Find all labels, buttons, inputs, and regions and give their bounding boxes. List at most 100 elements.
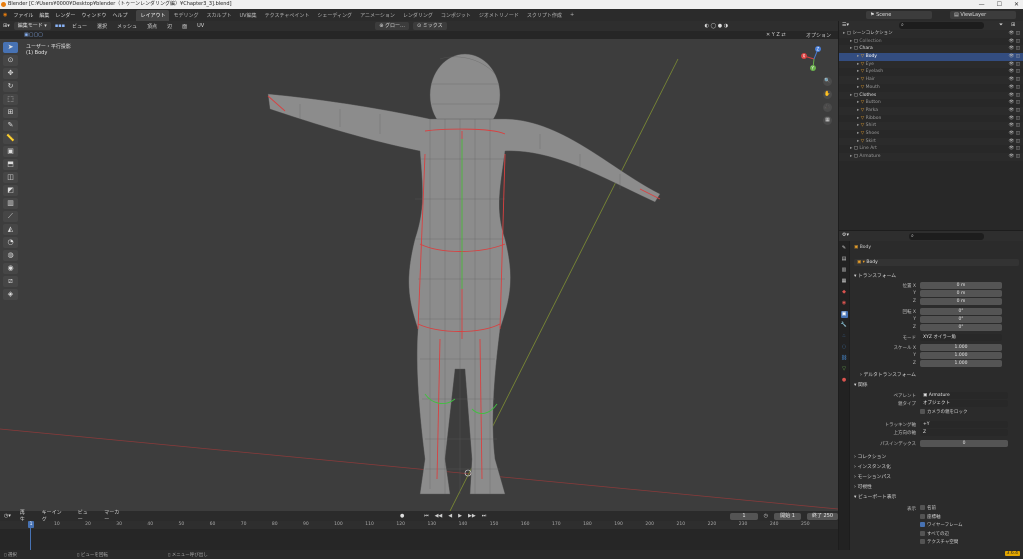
- scene-selector[interactable]: ⚑ Scene: [866, 11, 932, 19]
- options-dropdown[interactable]: オプション: [806, 32, 831, 39]
- menu-help[interactable]: ヘルプ: [109, 12, 130, 19]
- scale-y-field[interactable]: 1.000: [920, 352, 1002, 359]
- viewport-display-option-checkbox[interactable]: すべての辺: [920, 530, 949, 537]
- menu-window[interactable]: ウィンドウ: [78, 12, 109, 19]
- frame-end-field[interactable]: 終了 250: [807, 512, 838, 520]
- location-x-field[interactable]: 0 m: [920, 282, 1002, 289]
- tracking-axis-dropdown[interactable]: +Y: [920, 421, 1008, 428]
- vp-menu-vertex[interactable]: 頂点: [144, 23, 160, 30]
- outliner-row[interactable]: ▸ ▽ Eyelash 👁 ◫: [839, 68, 1023, 76]
- section-relations[interactable]: ▾ 関係: [854, 381, 868, 388]
- vp-menu-edge[interactable]: 辺: [164, 23, 175, 30]
- rotation-z-field[interactable]: 0°: [920, 324, 1002, 331]
- modifier-tab-icon[interactable]: 🔧: [841, 322, 848, 329]
- parent-type-dropdown[interactable]: オブジェクト: [920, 400, 1008, 407]
- outliner-row[interactable]: ▸ ▽ Eye 👁 ◫: [839, 60, 1023, 69]
- spin-tool-icon[interactable]: ◔: [3, 237, 18, 248]
- knife-tool-icon[interactable]: ⟋: [3, 211, 18, 222]
- playhead[interactable]: 1: [28, 521, 34, 528]
- workspace-tab-scripting[interactable]: スクリプト作成: [523, 10, 566, 21]
- outliner-editor-icon[interactable]: ☰▾: [842, 22, 849, 28]
- workspace-tab-modeling[interactable]: モデリング: [169, 10, 202, 21]
- rotation-mode-dropdown[interactable]: XYZ オイラー角: [920, 334, 1002, 341]
- vp-menu-select[interactable]: 選択: [94, 23, 110, 30]
- current-frame-field[interactable]: 1: [730, 512, 758, 520]
- viewport-display-option-checkbox[interactable]: 名前: [920, 505, 936, 511]
- outliner-row[interactable]: ▸ ▢ Line Art 👁 ◫: [839, 145, 1023, 153]
- minimize-button[interactable]: —: [979, 0, 985, 9]
- mesh-data-tab-icon[interactable]: ▽: [841, 366, 848, 373]
- viewport-display-option-checkbox[interactable]: ワイヤーフレーム: [920, 522, 962, 528]
- zoom-icon[interactable]: 🔍: [823, 77, 832, 86]
- extrude-tool-icon[interactable]: ⬒: [3, 159, 18, 170]
- rotate-tool-icon[interactable]: ↻: [3, 81, 18, 92]
- add-workspace-button[interactable]: +: [566, 10, 578, 20]
- rip-tool-icon[interactable]: ◈: [3, 289, 18, 300]
- workspace-tab-uv[interactable]: UV編集: [236, 10, 261, 21]
- bevel-tool-icon[interactable]: ◩: [3, 185, 18, 196]
- 3d-viewport[interactable]: ユーザー・平行投影 (1) Body: [0, 39, 838, 511]
- parent-field[interactable]: ▣ Armature: [920, 392, 1008, 399]
- properties-editor-icon[interactable]: ⚙▾: [842, 232, 849, 238]
- visibility-eye-icon[interactable]: 👁 ◫: [1009, 53, 1020, 61]
- visibility-eye-icon[interactable]: 👁 ◫: [1009, 107, 1020, 115]
- timeline-editor-icon[interactable]: ◷▾: [4, 513, 11, 519]
- filter-icon[interactable]: ⏷: [999, 22, 1003, 28]
- menu-file[interactable]: ファイル: [10, 12, 36, 19]
- pan-hand-icon[interactable]: ✋: [823, 90, 832, 99]
- mirror-axis-buttons[interactable]: ✕ Y Z ⇄: [766, 32, 786, 38]
- smooth-tool-icon[interactable]: ◍: [3, 250, 18, 261]
- select-box-tool-icon[interactable]: ➤: [3, 42, 18, 53]
- outliner-row[interactable]: ▸ ▽ Mouth 👁 ◫: [839, 84, 1023, 92]
- visibility-eye-icon[interactable]: 👁 ◫: [1009, 145, 1020, 153]
- section-viewport-display[interactable]: ▾ ビューポート表示: [854, 493, 896, 500]
- loop-cut-tool-icon[interactable]: ▥: [3, 198, 18, 209]
- outliner-search-input[interactable]: ⌕: [899, 22, 984, 29]
- timeline-ruler[interactable]: 1102030405060708090100110120130140150160…: [0, 521, 838, 529]
- tool-settings-icons[interactable]: ▣▢▢▢: [24, 32, 43, 38]
- jump-keyframe-forward-button[interactable]: ▶▶: [468, 513, 476, 519]
- object-name-field[interactable]: ▣ ▾ Body: [854, 259, 1019, 266]
- visibility-eye-icon[interactable]: 👁 ◫: [1009, 61, 1020, 69]
- tool-tab-icon[interactable]: ✎: [841, 245, 848, 252]
- maximize-button[interactable]: ☐: [997, 0, 1002, 9]
- scale-tool-icon[interactable]: ⬚: [3, 94, 18, 105]
- workspace-tab-animation[interactable]: アニメーション: [356, 10, 399, 21]
- workspace-tab-sculpt[interactable]: スカルプト: [202, 10, 235, 21]
- section-collections[interactable]: › コレクション: [854, 453, 886, 460]
- navigation-gizmo[interactable]: X Z Y: [800, 44, 828, 74]
- visibility-eye-icon[interactable]: 👁 ◫: [1009, 130, 1020, 138]
- transform-tool-icon[interactable]: ⊞: [3, 107, 18, 118]
- vp-menu-mesh[interactable]: メッシュ: [114, 23, 140, 30]
- visibility-eye-icon[interactable]: 👁 ◫: [1009, 30, 1020, 38]
- scale-z-field[interactable]: 1.000: [920, 360, 1002, 367]
- section-delta-transform[interactable]: › デルタトランスフォーム: [860, 371, 916, 378]
- visibility-eye-icon[interactable]: 👁 ◫: [1009, 92, 1020, 100]
- location-z-field[interactable]: 0 m: [920, 298, 1002, 305]
- outliner-row[interactable]: ▸ ▢ シーンコレクション 👁 ◫: [839, 30, 1023, 38]
- blender-menu-icon[interactable]: ◉: [0, 12, 10, 18]
- menu-render[interactable]: レンダー: [52, 12, 78, 19]
- measure-tool-icon[interactable]: 📏: [3, 133, 18, 144]
- section-motion-paths[interactable]: › モーションパス: [854, 473, 891, 480]
- visibility-eye-icon[interactable]: 👁 ◫: [1009, 45, 1020, 53]
- rotation-x-field[interactable]: 0°: [920, 308, 1002, 315]
- viewport-display-option-checkbox[interactable]: 座標軸: [920, 513, 941, 520]
- shear-tool-icon[interactable]: ⧄: [3, 276, 18, 287]
- jump-start-button[interactable]: ⏮: [424, 513, 429, 519]
- object-tab-icon[interactable]: ▣: [840, 311, 848, 318]
- timeline-area[interactable]: 1102030405060708090100110120130140150160…: [0, 521, 838, 550]
- outliner-row[interactable]: ▸ ▢ Armature 👁 ◫: [839, 153, 1023, 161]
- transform-orientation-selector[interactable]: ⊕ グロー…: [375, 22, 409, 30]
- pass-index-field[interactable]: 0: [920, 440, 1008, 447]
- play-button[interactable]: ▶: [458, 513, 462, 519]
- viewlayer-selector[interactable]: ▤ ViewLayer: [950, 11, 1016, 19]
- visibility-eye-icon[interactable]: 👁 ◫: [1009, 99, 1020, 107]
- output-tab-icon[interactable]: ▥: [841, 267, 848, 274]
- vp-menu-uv[interactable]: UV: [194, 23, 207, 29]
- workspace-tab-geometry-nodes[interactable]: ジオメトリノード: [475, 10, 523, 21]
- outliner-row[interactable]: ▸ ▢ Chara 👁 ◫: [839, 45, 1023, 54]
- visibility-eye-icon[interactable]: 👁 ◫: [1009, 76, 1020, 84]
- new-collection-icon[interactable]: ⊞: [1011, 22, 1015, 28]
- visibility-eye-icon[interactable]: 👁 ◫: [1009, 68, 1020, 76]
